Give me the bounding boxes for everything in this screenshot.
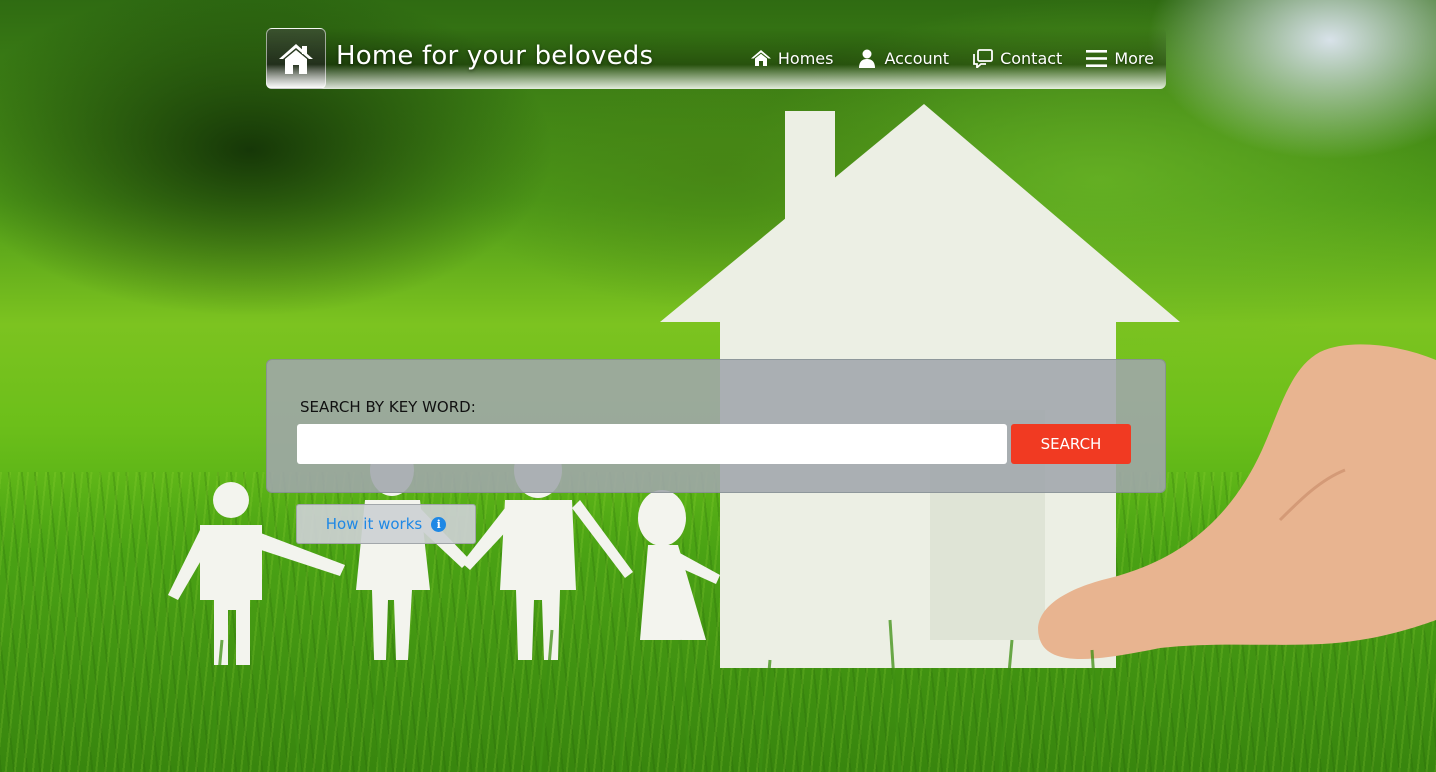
search-panel: SEARCH BY KEY WORD: SEARCH [266, 359, 1166, 493]
user-icon [859, 49, 876, 68]
main-nav: Homes Account Contact More [750, 48, 1154, 68]
site-header: Home for your beloveds Homes Account Con… [266, 28, 1166, 89]
how-it-works-button[interactable]: How it works i [296, 504, 476, 544]
nav-homes[interactable]: Homes [750, 48, 834, 68]
search-label: SEARCH BY KEY WORD: [300, 398, 476, 416]
nav-homes-label: Homes [777, 48, 834, 68]
how-it-works-label: How it works [325, 515, 423, 533]
search-input[interactable] [297, 424, 1007, 464]
nav-contact[interactable]: Contact [973, 49, 1062, 68]
house-icon [750, 50, 771, 66]
menu-icon [1086, 49, 1108, 67]
nav-contact-label: Contact [1000, 48, 1063, 68]
search-button[interactable]: SEARCH [1011, 424, 1131, 464]
nav-more[interactable]: More [1086, 49, 1154, 68]
nav-account-label: Account [884, 48, 950, 68]
info-icon: i [431, 516, 447, 532]
logo-button[interactable] [266, 28, 326, 89]
nav-more-label: More [1114, 48, 1154, 68]
house-icon [279, 43, 313, 74]
site-title[interactable]: Home for your beloveds [336, 41, 653, 71]
nav-account[interactable]: Account [857, 48, 949, 68]
chat-icon [973, 48, 993, 68]
